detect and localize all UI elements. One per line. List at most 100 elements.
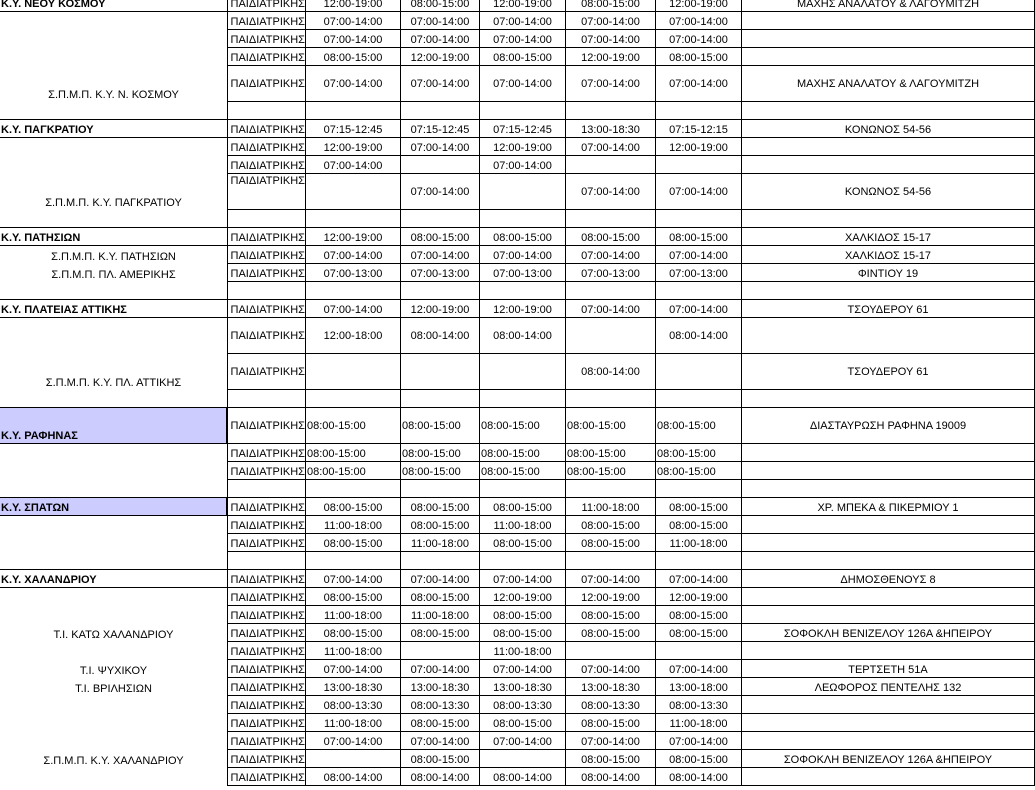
cell-tue[interactable]: 07:00-13:00 <box>401 264 480 282</box>
cell-thu[interactable] <box>566 480 656 498</box>
cell-mon[interactable]: 08:00-15:00 <box>306 498 401 516</box>
cell-mon[interactable]: 11:00-18:00 <box>306 642 401 660</box>
cell-wed[interactable]: 08:00-14:00 <box>480 768 566 786</box>
cell-fri[interactable]: 08:00-15:00 <box>656 498 742 516</box>
cell-specialty[interactable]: ΠΑΙΔΙΑΤΡΙΚΗΣ <box>227 300 306 318</box>
cell-wed[interactable]: 08:00-14:00 <box>480 318 566 354</box>
cell-thu[interactable]: 08:00-14:00 <box>566 768 656 786</box>
cell-tue[interactable]: 08:00-15:00 <box>401 714 480 732</box>
cell-mon[interactable] <box>306 390 401 408</box>
cell-wed[interactable] <box>480 102 566 120</box>
cell-mon[interactable]: 11:00-18:00 <box>306 714 401 732</box>
cell-mon[interactable] <box>306 354 401 390</box>
cell-tue[interactable]: 07:00-14:00 <box>401 246 480 264</box>
cell-specialty[interactable]: ΠΑΙΔΙΑΤΡΙΚΗΣ <box>227 750 306 768</box>
cell-thu[interactable] <box>566 102 656 120</box>
cell-unit[interactable]: Κ.Υ. ΠΛΑΤΕΙΑΣ ΑΤΤΙΚΗΣ <box>0 300 227 318</box>
cell-fri[interactable]: 08:00-14:00 <box>656 318 742 354</box>
cell-mon[interactable] <box>306 750 401 768</box>
cell-tue[interactable]: 08:00-14:00 <box>401 768 480 786</box>
cell-unit[interactable]: Σ.Π.Μ.Π. Κ.Υ. ΠΑΤΗΣΙΩΝ <box>0 246 227 264</box>
cell-unit[interactable] <box>0 516 227 534</box>
cell-mon[interactable]: 08:00-13:30 <box>306 696 401 714</box>
cell-fri[interactable] <box>656 210 742 228</box>
cell-tue[interactable] <box>401 282 480 300</box>
cell-address[interactable] <box>742 462 1035 480</box>
cell-wed[interactable]: 08:00-15:00 <box>480 408 566 444</box>
cell-unit[interactable]: Τ.Ι. ΒΡΙΛΗΣΙΩΝ <box>0 678 227 696</box>
cell-thu[interactable] <box>566 156 656 174</box>
cell-wed[interactable] <box>480 174 566 210</box>
cell-address[interactable] <box>742 12 1035 30</box>
cell-address[interactable]: ΧΡ. ΜΠΕΚΑ & ΠΙΚΕΡΜΙΟΥ 1 <box>742 498 1035 516</box>
cell-wed[interactable]: 08:00-15:00 <box>480 498 566 516</box>
cell-mon[interactable]: 08:00-14:00 <box>306 768 401 786</box>
cell-address[interactable]: ΧΑΛΚΙΔΟΣ 15-17 <box>742 246 1035 264</box>
cell-address[interactable]: ΤΣΟΥΔΕΡΟΥ 61 <box>742 300 1035 318</box>
cell-address[interactable] <box>742 210 1035 228</box>
cell-tue[interactable]: 12:00-19:00 <box>401 300 480 318</box>
cell-thu[interactable]: 08:00-15:00 <box>566 444 656 462</box>
cell-wed[interactable] <box>480 552 566 570</box>
cell-wed[interactable]: 08:00-15:00 <box>480 444 566 462</box>
cell-specialty[interactable]: ΠΑΙΔΙΑΤΡΙΚΗΣ <box>227 246 306 264</box>
cell-thu[interactable] <box>566 318 656 354</box>
cell-address[interactable] <box>742 642 1035 660</box>
cell-unit[interactable] <box>0 444 227 462</box>
cell-tue[interactable]: 08:00-15:00 <box>401 516 480 534</box>
cell-address[interactable]: ΣΟΦΟΚΛΗ ΒΕΝΙΖΕΛΟΥ 126Α &ΗΠΕΙΡΟΥ <box>742 624 1035 642</box>
cell-wed[interactable]: 08:00-15:00 <box>480 606 566 624</box>
cell-fri[interactable] <box>656 156 742 174</box>
cell-fri[interactable]: 08:00-14:00 <box>656 768 742 786</box>
cell-tue[interactable]: 07:15-12:45 <box>401 120 480 138</box>
cell-address[interactable]: ΤΣΟΥΔΕΡΟΥ 61 <box>742 354 1035 390</box>
cell-wed[interactable]: 13:00-18:30 <box>480 678 566 696</box>
cell-thu[interactable]: 07:00-14:00 <box>566 660 656 678</box>
cell-unit[interactable] <box>0 480 227 498</box>
cell-specialty[interactable]: ΠΑΙΔΙΑΤΡΙΚΗΣ <box>227 624 306 642</box>
cell-specialty[interactable]: ΠΑΙΔΙΑΤΡΙΚΗΣ <box>227 174 306 210</box>
cell-unit[interactable]: Κ.Υ. ΝΕΟΥ ΚΟΣΜΟΥ <box>0 0 227 12</box>
cell-unit[interactable]: Κ.Υ. ΧΑΛΑΝΔΡΙΟΥ <box>0 570 227 588</box>
cell-unit[interactable] <box>0 156 227 174</box>
cell-specialty[interactable]: ΠΑΙΔΙΑΤΡΙΚΗΣ <box>227 30 306 48</box>
cell-unit[interactable] <box>0 642 227 660</box>
cell-unit[interactable]: Σ.Π.Μ.Π. Κ.Υ. ΠΛ. ΑΤΤΙΚΗΣ <box>0 354 227 390</box>
cell-address[interactable] <box>742 156 1035 174</box>
cell-address[interactable] <box>742 318 1035 354</box>
cell-fri[interactable] <box>656 102 742 120</box>
cell-fri[interactable]: 07:00-14:00 <box>656 174 742 210</box>
cell-address[interactable] <box>742 534 1035 552</box>
cell-fri[interactable]: 08:00-13:30 <box>656 696 742 714</box>
cell-address[interactable]: ΔΗΜΟΣΘΕΝΟΥΣ 8 <box>742 570 1035 588</box>
cell-fri[interactable]: 08:00-15:00 <box>656 228 742 246</box>
cell-unit[interactable]: Κ.Υ. ΠΑΤΗΣΙΩΝ <box>0 228 227 246</box>
cell-tue[interactable]: 12:00-19:00 <box>401 48 480 66</box>
cell-unit[interactable] <box>0 48 227 66</box>
cell-unit[interactable]: Κ.Υ. ΡΑΦΗΝΑΣ <box>0 408 227 444</box>
cell-fri[interactable]: 11:00-18:00 <box>656 714 742 732</box>
cell-fri[interactable]: 07:00-14:00 <box>656 30 742 48</box>
cell-fri[interactable]: 08:00-15:00 <box>656 606 742 624</box>
cell-fri[interactable]: 07:00-13:00 <box>656 264 742 282</box>
cell-thu[interactable]: 07:00-14:00 <box>566 30 656 48</box>
cell-wed[interactable]: 07:00-14:00 <box>480 30 566 48</box>
cell-address[interactable]: ΜΑΧΗΣ ΑΝΑΛΑΤΟΥ & ΛΑΓΟΥΜΙΤΖΗ <box>742 0 1035 12</box>
cell-thu[interactable]: 07:00-14:00 <box>566 12 656 30</box>
cell-fri[interactable]: 08:00-15:00 <box>656 444 742 462</box>
cell-tue[interactable] <box>401 480 480 498</box>
cell-wed[interactable] <box>480 210 566 228</box>
cell-thu[interactable]: 12:00-19:00 <box>566 48 656 66</box>
cell-wed[interactable]: 07:00-14:00 <box>480 156 566 174</box>
cell-wed[interactable] <box>480 750 566 768</box>
cell-thu[interactable]: 07:00-14:00 <box>566 246 656 264</box>
cell-wed[interactable]: 08:00-15:00 <box>480 624 566 642</box>
cell-unit[interactable]: Σ.Π.Μ.Π. Κ.Υ. Ν. ΚΟΣΜΟΥ <box>0 66 227 102</box>
cell-specialty[interactable]: ΠΑΙΔΙΑΤΡΙΚΗΣ <box>227 588 306 606</box>
cell-wed[interactable]: 11:00-18:00 <box>480 516 566 534</box>
cell-tue[interactable]: 08:00-15:00 <box>401 624 480 642</box>
cell-thu[interactable]: 08:00-15:00 <box>566 534 656 552</box>
cell-thu[interactable]: 07:00-14:00 <box>566 174 656 210</box>
cell-mon[interactable]: 07:00-14:00 <box>306 66 401 102</box>
cell-wed[interactable] <box>480 480 566 498</box>
